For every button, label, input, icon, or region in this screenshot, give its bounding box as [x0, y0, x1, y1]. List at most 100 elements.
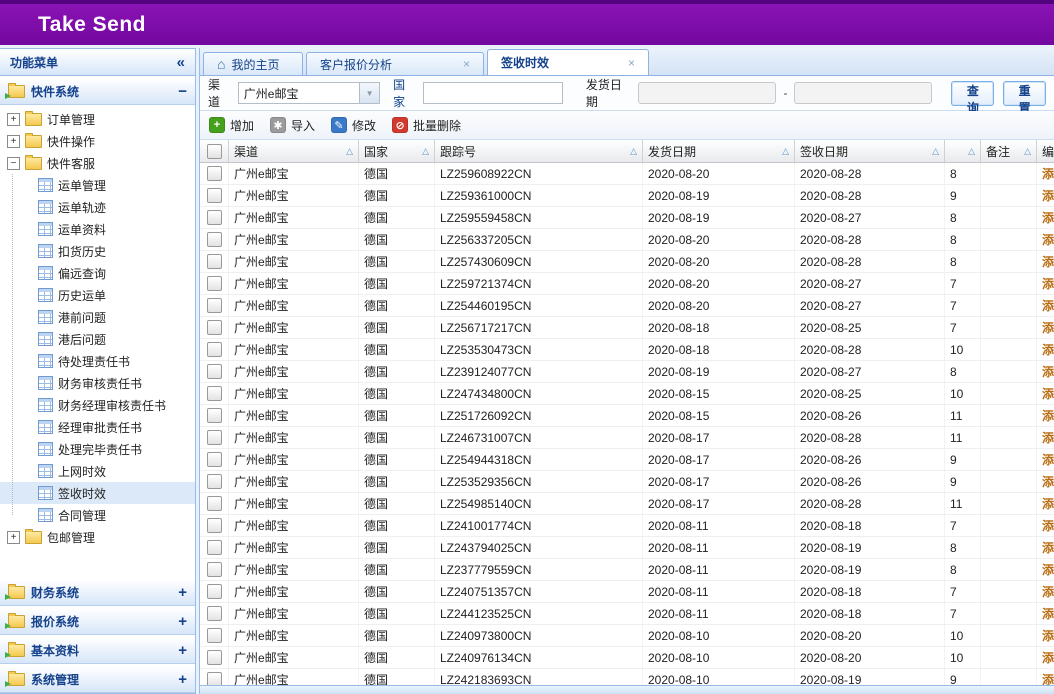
country-input[interactable]	[423, 82, 563, 104]
col-sign-date-header[interactable]: 签收日期△	[795, 140, 945, 162]
table-row[interactable]: 广州e邮宝德国LZ247434800CN2020-08-152020-08-25…	[200, 383, 1054, 405]
row-checkbox[interactable]	[207, 430, 222, 445]
tab-close-icon[interactable]: ×	[628, 56, 635, 70]
sort-asc-icon[interactable]: △	[1024, 146, 1031, 157]
row-checkbox[interactable]	[207, 606, 222, 621]
row-checkbox[interactable]	[207, 584, 222, 599]
row-action-cell[interactable]: 添	[1037, 493, 1054, 514]
row-action-cell[interactable]: 添	[1037, 339, 1054, 360]
table-row[interactable]: 广州e邮宝德国LZ244123525CN2020-08-112020-08-18…	[200, 603, 1054, 625]
tree-folder-item[interactable]: +订单管理	[0, 108, 195, 130]
table-row[interactable]: 广州e邮宝德国LZ259361000CN2020-08-192020-08-28…	[200, 185, 1054, 207]
tree-leaf-item[interactable]: 待处理责任书	[0, 350, 195, 372]
chevron-down-icon[interactable]: ▼	[359, 83, 379, 103]
row-action-cell[interactable]: 添	[1037, 251, 1054, 272]
row-action-cell[interactable]: 添	[1037, 471, 1054, 492]
row-checkbox[interactable]	[207, 298, 222, 313]
sidebar-panel-基本资料[interactable]: 基本资料+	[0, 637, 195, 664]
tree-leaf-item[interactable]: 运单管理	[0, 174, 195, 196]
table-row[interactable]: 广州e邮宝德国LZ240973800CN2020-08-102020-08-20…	[200, 625, 1054, 647]
row-action-cell[interactable]: 添	[1037, 405, 1054, 426]
tree-leaf-item[interactable]: 港前问题	[0, 306, 195, 328]
tree-leaf-item[interactable]: 偏远查询	[0, 262, 195, 284]
table-row[interactable]: 广州e邮宝德国LZ243794025CN2020-08-112020-08-19…	[200, 537, 1054, 559]
tab-close-icon[interactable]: ×	[463, 57, 470, 71]
tree-leaf-item[interactable]: 运单轨迹	[0, 196, 195, 218]
ship-date-to-input[interactable]	[794, 82, 932, 104]
row-checkbox[interactable]	[207, 276, 222, 291]
batch-delete-button[interactable]: ⊘批量删除	[392, 117, 461, 134]
sort-asc-icon[interactable]: △	[422, 146, 429, 157]
reset-button[interactable]: 重置	[1003, 81, 1046, 106]
table-row[interactable]: 广州e邮宝德国LZ254460195CN2020-08-202020-08-27…	[200, 295, 1054, 317]
tab-item[interactable]: 签收时效×	[487, 49, 649, 75]
table-row[interactable]: 广州e邮宝德国LZ253530473CN2020-08-182020-08-28…	[200, 339, 1054, 361]
col-country-header[interactable]: 国家△	[359, 140, 435, 162]
row-checkbox[interactable]	[207, 210, 222, 225]
expand-plus-icon[interactable]: +	[178, 584, 187, 601]
tree-leaf-item[interactable]: 财务审核责任书	[0, 372, 195, 394]
tree-leaf-item[interactable]: 财务经理审核责任书	[0, 394, 195, 416]
col-ship-date-header[interactable]: 发货日期△	[643, 140, 795, 162]
pager-strip[interactable]	[200, 685, 1054, 694]
sort-asc-icon[interactable]: △	[346, 146, 353, 157]
row-action-cell[interactable]: 添	[1037, 647, 1054, 668]
expand-plus-icon[interactable]: +	[178, 613, 187, 630]
row-action-cell[interactable]: 添	[1037, 559, 1054, 580]
tree-leaf-item[interactable]: 运单资料	[0, 218, 195, 240]
col-note-header[interactable]: 备注△	[981, 140, 1037, 162]
tree-leaf-item[interactable]: 合同管理	[0, 504, 195, 526]
sidebar-panel-express-system[interactable]: 快件系统 −	[0, 78, 195, 105]
tab-item[interactable]: 客户报价分析×	[306, 52, 484, 75]
row-action-cell[interactable]: 添	[1037, 449, 1054, 470]
table-row[interactable]: 广州e邮宝德国LZ259721374CN2020-08-202020-08-27…	[200, 273, 1054, 295]
row-action-cell[interactable]: 添	[1037, 295, 1054, 316]
row-checkbox[interactable]	[207, 386, 222, 401]
table-row[interactable]: 广州e邮宝德国LZ254985140CN2020-08-172020-08-28…	[200, 493, 1054, 515]
table-row[interactable]: 广州e邮宝德国LZ256337205CN2020-08-202020-08-28…	[200, 229, 1054, 251]
sort-asc-icon[interactable]: △	[630, 146, 637, 157]
tree-folder-item[interactable]: +包邮管理	[0, 526, 195, 548]
table-row[interactable]: 广州e邮宝德国LZ257430609CN2020-08-202020-08-28…	[200, 251, 1054, 273]
table-row[interactable]: 广州e邮宝德国LZ242183693CN2020-08-102020-08-19…	[200, 669, 1054, 685]
row-checkbox[interactable]	[207, 452, 222, 467]
row-checkbox[interactable]	[207, 166, 222, 181]
tree-leaf-item[interactable]: 上网时效	[0, 460, 195, 482]
row-checkbox[interactable]	[207, 650, 222, 665]
expand-plus-icon[interactable]: +	[7, 113, 20, 126]
sidebar-panel-报价系统[interactable]: 报价系统+	[0, 608, 195, 635]
row-action-cell[interactable]: 添	[1037, 273, 1054, 294]
row-action-cell[interactable]: 添	[1037, 185, 1054, 206]
table-row[interactable]: 广州e邮宝德国LZ239124077CN2020-08-192020-08-27…	[200, 361, 1054, 383]
row-checkbox[interactable]	[207, 628, 222, 643]
row-checkbox[interactable]	[207, 474, 222, 489]
col-channel-header[interactable]: 渠道△	[229, 140, 359, 162]
row-action-cell[interactable]: 添	[1037, 581, 1054, 602]
table-row[interactable]: 广州e邮宝德国LZ246731007CN2020-08-172020-08-28…	[200, 427, 1054, 449]
table-row[interactable]: 广州e邮宝德国LZ237779559CN2020-08-112020-08-19…	[200, 559, 1054, 581]
tree-folder-item[interactable]: −快件客服	[0, 152, 195, 174]
tree-leaf-item[interactable]: 签收时效	[0, 482, 195, 504]
tree-leaf-item[interactable]: 处理完毕责任书	[0, 438, 195, 460]
row-checkbox[interactable]	[207, 518, 222, 533]
collapse-minus-icon[interactable]: −	[178, 83, 187, 100]
tree-leaf-item[interactable]: 经理审批责任书	[0, 416, 195, 438]
row-action-cell[interactable]: 添	[1037, 625, 1054, 646]
col-tracking-header[interactable]: 跟踪号△	[435, 140, 643, 162]
expand-plus-icon[interactable]: +	[178, 671, 187, 688]
expand-plus-icon[interactable]: +	[7, 531, 20, 544]
row-action-cell[interactable]: 添	[1037, 229, 1054, 250]
edit-button[interactable]: ✎修改	[331, 117, 376, 134]
add-button[interactable]: +增加	[209, 117, 254, 134]
row-action-cell[interactable]: 添	[1037, 163, 1054, 184]
row-checkbox[interactable]	[207, 188, 222, 203]
row-checkbox[interactable]	[207, 342, 222, 357]
expand-plus-icon[interactable]: +	[7, 135, 20, 148]
row-action-cell[interactable]: 添	[1037, 669, 1054, 685]
row-action-cell[interactable]: 添	[1037, 515, 1054, 536]
tab-home[interactable]: ⌂我的主页	[203, 52, 303, 75]
tree-leaf-item[interactable]: 扣货历史	[0, 240, 195, 262]
channel-select[interactable]: 广州e邮宝 ▼	[238, 82, 380, 104]
tree-leaf-item[interactable]: 历史运单	[0, 284, 195, 306]
row-checkbox[interactable]	[207, 672, 222, 685]
